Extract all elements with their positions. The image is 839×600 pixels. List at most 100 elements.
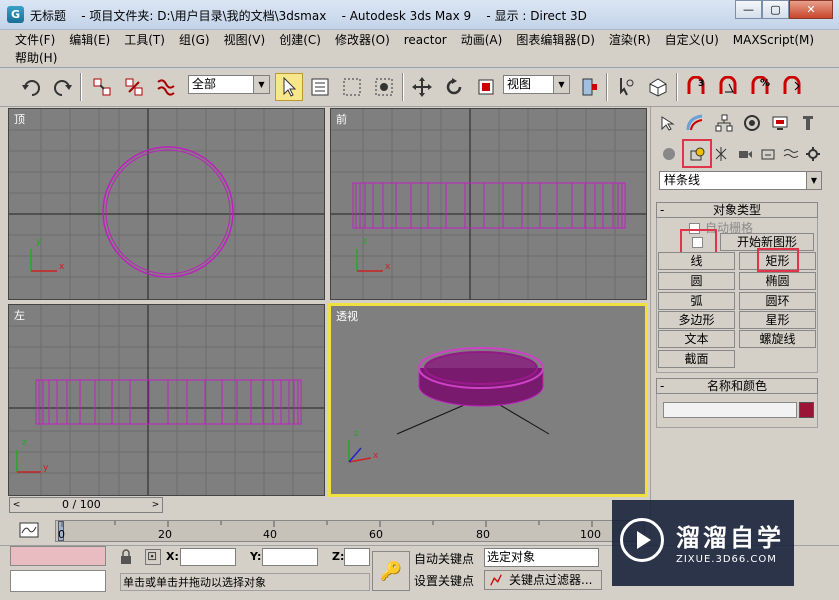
menu-file[interactable]: 文件(F) (8, 31, 62, 49)
chevron-down-icon: ▼ (253, 76, 269, 93)
key-mode-dropdown[interactable]: 选定对象 (484, 548, 599, 567)
z-field[interactable] (344, 548, 370, 566)
key-icon[interactable]: 🔑 (372, 551, 410, 591)
object-type-rollout-header[interactable]: - 对象类型 (656, 202, 818, 218)
y-field[interactable] (262, 548, 318, 566)
select-and-scale-icon[interactable] (472, 73, 500, 101)
viewport-left[interactable]: z y 左 (8, 304, 325, 496)
track-bar-area[interactable]: 0 20 40 60 80 100 (55, 520, 645, 542)
absolute-mode-icon[interactable] (145, 549, 161, 565)
viewport-left-label[interactable]: 左 (14, 307, 25, 323)
hierarchy-tab-icon[interactable] (713, 112, 735, 134)
menu-views[interactable]: 视图(V) (217, 31, 273, 49)
selection-filter-dropdown[interactable]: 全部 ▼ (188, 75, 270, 94)
utilities-tab-icon[interactable] (797, 112, 819, 134)
section-button[interactable]: 截面 (658, 350, 735, 368)
menu-maxscript[interactable]: MAXScript(M) (726, 31, 821, 49)
minimize-button[interactable]: — (735, 0, 762, 19)
unlink-selection-icon[interactable] (120, 73, 148, 101)
spinner-snap-icon[interactable] (778, 73, 806, 101)
snaps-toggle-icon[interactable]: 3 (682, 73, 710, 101)
key-filters-button[interactable]: 关键点过滤器... (484, 570, 602, 590)
svg-text:x: x (59, 262, 65, 272)
systems-icon[interactable] (803, 144, 823, 164)
helpers-icon[interactable] (758, 144, 778, 164)
viewport-top-label[interactable]: 顶 (14, 111, 25, 127)
3ds-max-logo-icon[interactable]: G (7, 6, 24, 23)
viewport-front[interactable]: z x 前 (330, 108, 647, 300)
menu-reactor[interactable]: reactor (397, 31, 454, 49)
close-button[interactable]: ✕ (789, 0, 833, 19)
circle-button[interactable]: 圆 (658, 272, 735, 290)
window-title: 无标题 - 项目文件夹: D:\用户目录\我的文档\3dsmax - Autod… (30, 9, 587, 23)
menu-rendering[interactable]: 渲染(R) (602, 31, 658, 49)
ngon-button[interactable]: 多边形 (658, 311, 735, 329)
name-color-title: 名称和颜色 (706, 379, 767, 393)
helix-button[interactable]: 螺旋线 (739, 330, 816, 348)
create-tab-icon[interactable] (657, 112, 679, 134)
menu-graph-editors[interactable]: 图表编辑器(D) (509, 31, 602, 49)
display-tab-icon[interactable] (769, 112, 791, 134)
menu-create[interactable]: 创建(C) (272, 31, 328, 49)
menu-tools[interactable]: 工具(T) (117, 31, 172, 49)
reference-coord-dropdown[interactable]: 视图 ▼ (503, 75, 570, 94)
select-by-name-icon[interactable] (306, 73, 334, 101)
open-mini-curve-editor-icon[interactable] (18, 521, 40, 539)
svg-text:y: y (36, 237, 42, 247)
donut-button[interactable]: 圆环 (739, 292, 816, 310)
undo-icon[interactable] (18, 73, 46, 101)
object-color-swatch[interactable] (799, 402, 814, 418)
menu-modifiers[interactable]: 修改器(O) (328, 31, 397, 49)
window-crossing-icon[interactable] (370, 73, 398, 101)
keyboard-shortcut-override-icon[interactable] (644, 73, 672, 101)
auto-key-button[interactable]: 自动关键点 (414, 550, 474, 567)
time-slider-bar[interactable]: < 0 / 100 > (9, 497, 163, 513)
chevron-left-icon[interactable]: < (10, 498, 23, 512)
percent-snap-icon[interactable]: % (746, 73, 774, 101)
geometry-icon[interactable] (659, 144, 679, 164)
tick-label: 80 (476, 528, 490, 541)
maxscript-input[interactable] (10, 570, 106, 592)
rectangular-selection-icon[interactable] (338, 73, 366, 101)
select-and-manipulate-icon[interactable] (612, 73, 640, 101)
chevron-right-icon[interactable]: > (149, 498, 162, 512)
name-color-rollout-header[interactable]: - 名称和颜色 (656, 378, 818, 394)
category-dropdown[interactable]: 样条线 ▼ (659, 171, 822, 190)
star-button[interactable]: 星形 (739, 311, 816, 329)
angle-snap-icon[interactable] (714, 73, 742, 101)
lock-icon[interactable] (120, 549, 132, 565)
line-button[interactable]: 线 (658, 252, 735, 270)
arc-button[interactable]: 弧 (658, 292, 735, 310)
modify-tab-icon[interactable] (684, 112, 706, 134)
menu-help[interactable]: 帮助(H) (8, 49, 64, 67)
set-key-button[interactable]: 设置关键点 (414, 572, 474, 589)
object-name-field[interactable] (663, 402, 797, 418)
select-object-icon[interactable] (275, 73, 303, 101)
menu-edit[interactable]: 编辑(E) (62, 31, 117, 49)
pivot-center-icon[interactable] (576, 73, 604, 101)
x-field[interactable] (180, 548, 236, 566)
menu-group[interactable]: 组(G) (172, 31, 217, 49)
select-and-move-icon[interactable] (408, 73, 436, 101)
viewport-perspective-label[interactable]: 透视 (336, 308, 358, 324)
maxscript-listener-mini[interactable] (10, 546, 106, 566)
viewport-front-label[interactable]: 前 (336, 111, 347, 127)
select-and-rotate-icon[interactable] (440, 73, 468, 101)
maximize-button[interactable]: ▢ (762, 0, 789, 19)
select-and-link-icon[interactable] (88, 73, 116, 101)
redo-icon[interactable] (48, 73, 76, 101)
ellipse-button[interactable]: 椭圆 (739, 272, 816, 290)
viewport-perspective[interactable]: z x 透视 (328, 303, 648, 497)
rectangle-highlight (757, 248, 799, 272)
menu-animation[interactable]: 动画(A) (454, 31, 510, 49)
bind-to-space-warp-icon[interactable] (152, 73, 180, 101)
viewport-top[interactable]: y x 顶 (8, 108, 325, 300)
motion-tab-icon[interactable] (741, 112, 763, 134)
time-slider: < 0 / 100 > (0, 497, 650, 517)
space-warps-icon[interactable] (781, 144, 801, 164)
text-button[interactable]: 文本 (658, 330, 735, 348)
menu-row-2: 帮助(H) (8, 49, 64, 67)
lights-icon[interactable] (711, 144, 731, 164)
cameras-icon[interactable] (735, 144, 755, 164)
menu-customize[interactable]: 自定义(U) (658, 31, 726, 49)
